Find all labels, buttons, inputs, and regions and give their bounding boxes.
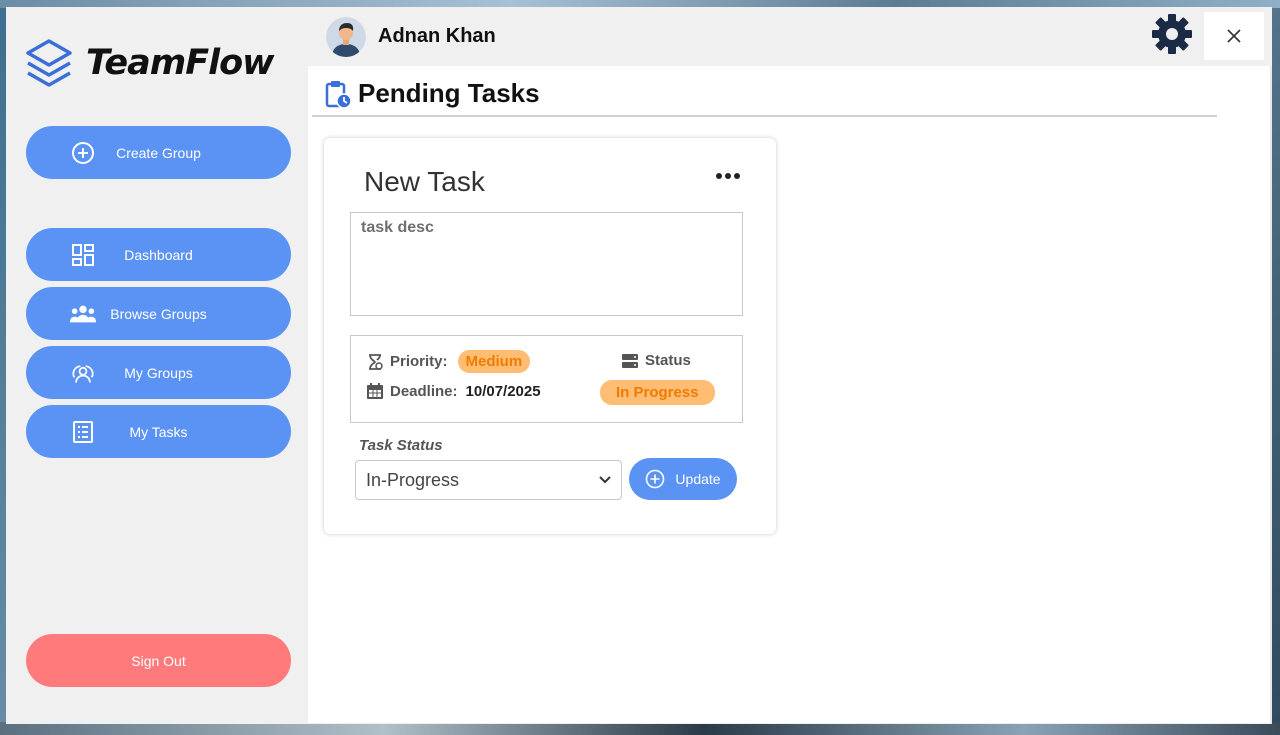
task-title: New Task: [364, 166, 485, 197]
sidebar-item-my-tasks[interactable]: My Tasks: [26, 405, 291, 458]
create-group-label: Create Group: [116, 144, 201, 161]
update-button[interactable]: Update: [629, 458, 737, 500]
logo: TeamFlow: [24, 37, 284, 89]
server-icon: [622, 353, 638, 368]
app-name: TeamFlow: [86, 43, 274, 83]
app-window: TeamFlow Create Group Dashboard Browse G…: [6, 7, 1272, 724]
sign-out-button[interactable]: Sign Out: [26, 634, 291, 687]
close-icon: [1227, 29, 1241, 43]
top-bar: Adnan Khan: [308, 7, 1272, 66]
deadline-label: Deadline:: [390, 382, 458, 400]
task-card: New Task task desc Priority: Medium Stat…: [324, 138, 776, 534]
status-badge: In Progress: [600, 380, 715, 405]
browse-groups-label: Browse Groups: [110, 305, 207, 322]
chevron-down-icon: [599, 476, 611, 484]
task-meta-box: Priority: Medium Status Deadline: 10/07/…: [350, 335, 743, 423]
my-tasks-label: My Tasks: [129, 423, 188, 440]
deadline-value: 10/07/2025: [465, 382, 541, 400]
more-dot-icon: [716, 173, 722, 179]
status-header: Status: [621, 352, 691, 369]
sign-out-label: Sign Out: [131, 652, 186, 669]
update-label: Update: [675, 471, 721, 487]
status-label: Status: [645, 352, 691, 369]
gear-icon: [1152, 14, 1192, 54]
sidebar: TeamFlow Create Group Dashboard Browse G…: [6, 7, 308, 724]
create-group-button[interactable]: Create Group: [26, 126, 291, 179]
more-options-button[interactable]: [716, 168, 744, 184]
more-dot-icon: [734, 173, 740, 179]
sidebar-item-browse-groups[interactable]: Browse Groups: [26, 287, 291, 340]
task-status-selected: In-Progress: [366, 469, 460, 490]
task-status-select[interactable]: In-Progress: [355, 460, 622, 500]
priority-badge: Medium: [457, 350, 531, 373]
page-title: Pending Tasks: [358, 78, 540, 108]
clipboard-clock-icon: [325, 80, 352, 109]
deadline-row: Deadline: 10/07/2025: [366, 382, 541, 400]
avatar[interactable]: [326, 17, 366, 57]
priority-label: Priority:: [390, 353, 448, 370]
settings-button[interactable]: [1150, 12, 1194, 56]
scrollbar-track[interactable]: [1270, 66, 1272, 724]
main-content: Pending Tasks New Task task desc Priorit…: [308, 66, 1270, 723]
close-button[interactable]: [1204, 12, 1264, 60]
layers-logo-icon: [26, 39, 72, 87]
sidebar-item-dashboard[interactable]: Dashboard: [26, 228, 291, 281]
dashboard-label: Dashboard: [124, 246, 193, 263]
task-status-label: Task Status: [359, 437, 443, 454]
priority-row: Priority: Medium: [366, 350, 531, 373]
my-groups-label: My Groups: [124, 364, 193, 381]
hourglass-icon: [369, 353, 383, 370]
calendar-icon: [367, 383, 383, 399]
status-row: In Progress: [600, 380, 715, 405]
sidebar-item-my-groups[interactable]: My Groups: [26, 346, 291, 399]
page-header: Pending Tasks: [324, 78, 540, 109]
task-description: task desc: [350, 212, 743, 316]
more-dot-icon: [725, 173, 731, 179]
header-divider: [312, 115, 1217, 117]
plus-circle-icon: [646, 469, 665, 489]
user-name: Adnan Khan: [378, 25, 496, 47]
